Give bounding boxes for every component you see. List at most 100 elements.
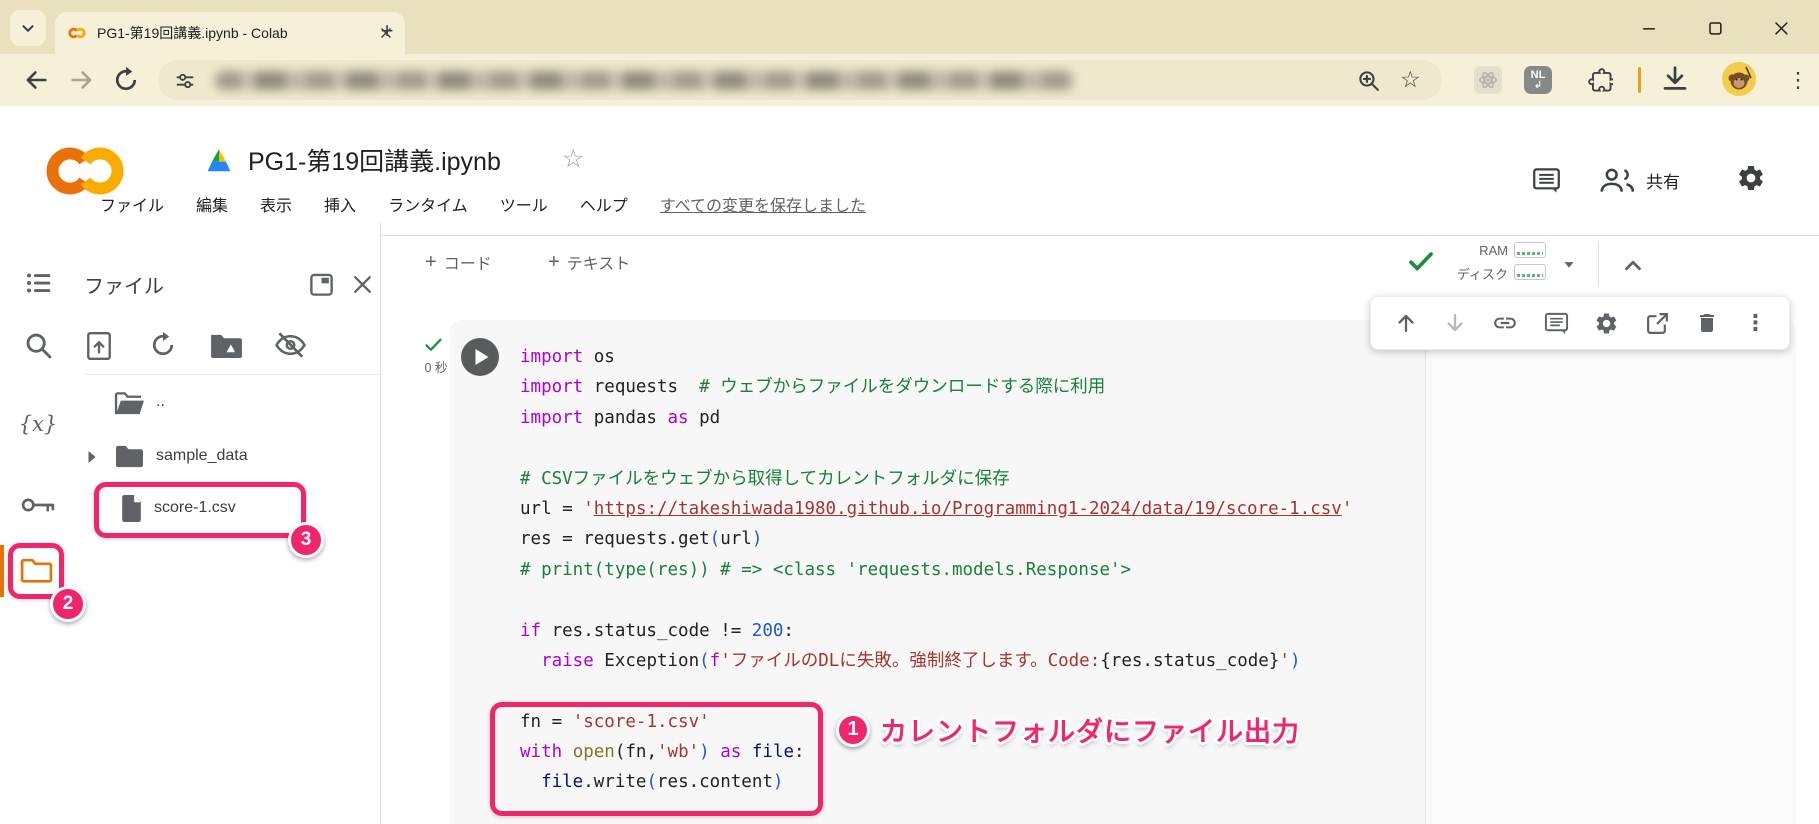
- ram-gauge[interactable]: [1514, 242, 1546, 258]
- bookmark-star-icon[interactable]: ☆: [1400, 66, 1421, 93]
- mount-drive-icon[interactable]: [210, 332, 243, 359]
- step-1-callout: 1 カレントフォルダにファイル出力: [836, 710, 1300, 749]
- code-line[interactable]: # CSVファイルをウェブから取得してカレントフォルダに保存: [520, 464, 1352, 494]
- menu-help[interactable]: ヘルプ: [580, 192, 628, 216]
- settings-gear-icon[interactable]: [1736, 163, 1766, 193]
- browser-menu-icon[interactable]: ⋮: [1788, 64, 1808, 96]
- star-notebook-icon[interactable]: ☆: [562, 144, 584, 174]
- table-of-contents-icon[interactable]: [22, 268, 56, 298]
- panel-divider: [84, 374, 380, 375]
- code-line[interactable]: [520, 433, 1352, 463]
- menu-tools[interactable]: ツール: [500, 192, 548, 216]
- variables-icon[interactable]: {x}: [14, 412, 62, 436]
- plus-icon: +: [548, 252, 560, 272]
- notebook-top-border: [380, 235, 1819, 236]
- menu-runtime[interactable]: ランタイム: [388, 192, 468, 216]
- colab-favicon: [67, 25, 87, 41]
- topbar-separator: [1598, 242, 1599, 286]
- add-code-button[interactable]: + コード: [425, 248, 492, 276]
- new-tab-button[interactable]: +: [372, 16, 402, 46]
- open-in-tab-icon[interactable]: [1645, 311, 1670, 336]
- share-people-icon[interactable]: [1598, 166, 1636, 194]
- window-close-button[interactable]: [1764, 13, 1798, 43]
- toolbar-separator: [1638, 67, 1641, 93]
- redacted-url-text: [215, 71, 1075, 90]
- expand-caret-icon[interactable]: [86, 450, 97, 464]
- save-status[interactable]: すべての変更を保存しました: [660, 192, 866, 216]
- resources-dropdown-icon[interactable]: [1558, 253, 1580, 275]
- code-line[interactable]: [520, 585, 1352, 615]
- profile-avatar[interactable]: [1722, 62, 1756, 96]
- menu-view[interactable]: 表示: [260, 192, 292, 216]
- upload-file-icon[interactable]: [86, 331, 112, 361]
- executed-check-icon: [423, 334, 444, 355]
- tab-search-button[interactable]: [10, 10, 46, 46]
- move-cell-up-icon[interactable]: [1394, 311, 1418, 335]
- tree-item-sample-data[interactable]: sample_data: [156, 444, 248, 468]
- menu-edit[interactable]: 編集: [196, 192, 228, 216]
- window-minimize-button[interactable]: [1632, 13, 1666, 43]
- code-line[interactable]: import requests # ウェブからファイルをダウンロードする際に利用: [520, 372, 1352, 402]
- comments-icon[interactable]: [1532, 167, 1561, 194]
- collapse-header-icon[interactable]: [1618, 252, 1648, 278]
- tree-item-parent-dir[interactable]: ..: [156, 390, 165, 414]
- code-line[interactable]: if res.status_code != 200:: [520, 616, 1352, 646]
- back-icon[interactable]: [22, 66, 50, 94]
- code-line[interactable]: import pandas as pd: [520, 403, 1352, 433]
- notebook-title[interactable]: PG1-第19回講義.ipynb: [248, 142, 501, 178]
- folder-up-icon: [114, 391, 145, 416]
- copy-link-to-cell-icon[interactable]: [1492, 310, 1518, 336]
- code-line[interactable]: res = requests.get(url): [520, 524, 1352, 554]
- ram-label: RAM: [1438, 243, 1508, 258]
- folder-icon: [114, 444, 145, 469]
- share-button[interactable]: 共有: [1646, 168, 1680, 193]
- atom-extension-icon[interactable]: [1474, 66, 1502, 94]
- open-panel-window-icon[interactable]: [308, 271, 335, 298]
- window-maximize-button[interactable]: [1698, 13, 1732, 43]
- cell-right-margin: [1425, 320, 1796, 824]
- browser-tab[interactable]: PG1-第19回講義.ipynb - Colab: [55, 12, 405, 54]
- code-line[interactable]: raise Exception(f'ファイルのDLに失敗。強制終了します。Cod…: [520, 646, 1352, 676]
- nl-extension-icon[interactable]: NL ↲: [1524, 66, 1552, 94]
- forward-icon[interactable]: [68, 66, 96, 94]
- step-1-badge: 1: [836, 713, 870, 747]
- downloads-icon[interactable]: [1660, 64, 1690, 94]
- sidebar-divider[interactable]: [380, 222, 381, 824]
- delete-cell-trash-icon[interactable]: [1695, 311, 1719, 335]
- browser-window: PG1-第19回講義.ipynb - Colab + ☆ NL ↲ ⋮ PG1-…: [0, 0, 1819, 824]
- hide-files-eye-off-icon[interactable]: [274, 331, 307, 359]
- menu-file[interactable]: ファイル: [100, 192, 164, 216]
- menu-insert[interactable]: 挿入: [324, 192, 356, 216]
- add-comment-icon[interactable]: [1544, 311, 1569, 336]
- drive-icon: [205, 148, 233, 173]
- refresh-icon[interactable]: [149, 331, 177, 359]
- code-line[interactable]: url = 'https://takeshiwada1980.github.io…: [520, 494, 1352, 524]
- cell-toolbar: ⋮: [1370, 296, 1790, 350]
- cell-settings-gear-icon[interactable]: [1594, 311, 1619, 336]
- tab-title: PG1-第19回講義.ipynb - Colab: [97, 23, 369, 43]
- run-cell-button[interactable]: [461, 338, 499, 376]
- disk-gauge[interactable]: [1514, 264, 1546, 280]
- zoom-icon[interactable]: [1356, 68, 1381, 93]
- site-settings-icon[interactable]: [174, 70, 196, 92]
- cell-more-options-icon[interactable]: ⋮: [1744, 310, 1766, 336]
- step-3-badge: 3: [288, 522, 324, 558]
- files-panel-title: ファイル: [84, 270, 164, 299]
- move-cell-down-icon[interactable]: [1443, 311, 1467, 335]
- code-line[interactable]: import os: [520, 342, 1352, 372]
- plus-icon: +: [425, 252, 437, 272]
- step-1-text: カレントフォルダにファイル出力: [880, 710, 1300, 749]
- active-rail-indicator: [0, 545, 4, 597]
- highlight-box-code: [490, 702, 823, 816]
- disk-label: ディスク: [1428, 264, 1508, 283]
- code-line[interactable]: # print(type(res)) # => <class 'requests…: [520, 555, 1352, 585]
- menu-bar: ファイル 編集 表示 挿入 ランタイム ツール ヘルプ すべての変更を保存しまし…: [100, 192, 866, 216]
- chevron-down-icon: [17, 17, 39, 39]
- extensions-puzzle-icon[interactable]: [1586, 66, 1613, 93]
- close-panel-icon[interactable]: [350, 272, 375, 297]
- search-icon[interactable]: [23, 330, 53, 360]
- add-text-button[interactable]: + テキスト: [548, 248, 630, 276]
- secrets-key-icon[interactable]: [20, 492, 57, 518]
- reload-icon[interactable]: [112, 66, 140, 94]
- step-2-badge: 2: [50, 586, 86, 622]
